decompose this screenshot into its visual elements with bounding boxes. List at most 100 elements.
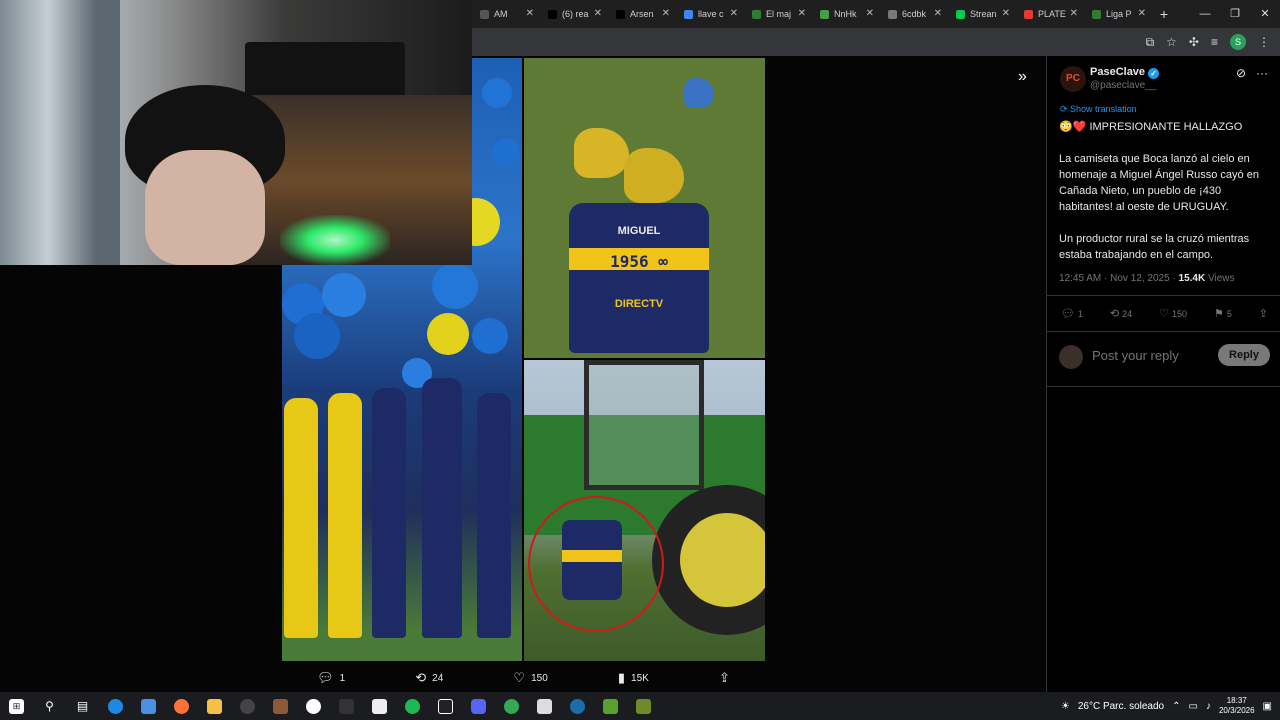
tweet-detail-panel: PC PaseClave ✓ @paseclave__ ⊘ ··· ⟳ Show …	[1046, 56, 1280, 692]
media-action-bar: 💬︎ 1 ⟲ 24 ♡ 150 ▮ 15K ⇪	[282, 664, 765, 692]
extra-app-icon[interactable]	[627, 692, 660, 720]
media-control-icon[interactable]: ≡	[1211, 35, 1218, 49]
notification-icon[interactable]: ▣	[1263, 701, 1272, 712]
weather-icon[interactable]: ☀	[1061, 701, 1070, 712]
reply-input[interactable]: Post your reply	[1092, 348, 1179, 363]
browser-tab[interactable]: Arsen ✕	[608, 0, 676, 28]
tab-favicon-icon	[1092, 9, 1101, 19]
windows-taskbar: ⊞ ⚲ ▤ ☀ 26°C Parc. soleado ⌃ ▭ ♪ 18:37 20…	[0, 692, 1280, 720]
browser-tab[interactable]: (6) rea ✕	[540, 0, 608, 28]
capcut-alt-icon[interactable]	[363, 692, 396, 720]
browser-tab[interactable]: NnHk ✕	[812, 0, 880, 28]
tab-favicon-icon	[684, 9, 693, 19]
expand-panel-icon[interactable]: »	[1018, 68, 1027, 86]
my-avatar	[1059, 345, 1083, 369]
close-tab-icon[interactable]: ✕	[798, 8, 806, 19]
grok-icon[interactable]: ⊘	[1236, 66, 1246, 80]
tab-favicon-icon	[956, 9, 965, 19]
obs-icon[interactable]	[231, 692, 264, 720]
tab-favicon-icon	[548, 9, 557, 19]
browser-tab[interactable]: PLATE ✕	[1016, 0, 1084, 28]
weather-text[interactable]: 26°C Parc. soleado	[1078, 701, 1164, 712]
browser-tab[interactable]: Liga P ✕	[1084, 0, 1152, 28]
views-icon: ▮	[617, 670, 626, 685]
minimize-button[interactable]: —	[1190, 0, 1220, 28]
like-button[interactable]: ♡ 150	[1159, 307, 1187, 320]
volume-icon[interactable]: ♪	[1206, 701, 1211, 712]
close-tab-icon[interactable]: ✕	[866, 8, 874, 19]
browser-tab[interactable]: 6cdbk ✕	[880, 0, 948, 28]
start-icon[interactable]: ⊞	[0, 692, 33, 720]
search-icon[interactable]: ⚲	[33, 692, 66, 720]
edge-icon[interactable]	[99, 692, 132, 720]
reply-icon: 💬︎	[317, 670, 334, 685]
tab-label: llave c	[698, 9, 724, 19]
media-like-button[interactable]: ♡ 150	[513, 670, 547, 686]
discord-icon[interactable]	[462, 692, 495, 720]
capcut-icon[interactable]	[297, 692, 330, 720]
share-button[interactable]: ⇪	[1259, 307, 1271, 320]
minecraft-icon[interactable]	[594, 692, 627, 720]
author-name[interactable]: PaseClave ✓	[1090, 66, 1160, 79]
media-views-button[interactable]: ▮ 15K	[618, 670, 649, 686]
network-icon[interactable]: ▭	[1189, 701, 1198, 712]
more-options-icon[interactable]: ···	[1256, 66, 1268, 80]
close-tab-icon[interactable]: ✕	[730, 8, 738, 19]
restore-button[interactable]: ❐	[1220, 0, 1250, 28]
close-tab-icon[interactable]: ✕	[1070, 8, 1078, 19]
repost-icon: ⟲	[415, 670, 427, 685]
folder-icon[interactable]	[198, 692, 231, 720]
close-tab-icon[interactable]: ✕	[526, 8, 534, 19]
firefox-icon[interactable]	[165, 692, 198, 720]
task-view-icon[interactable]: ▤	[66, 692, 99, 720]
new-tab-button[interactable]: +	[1152, 6, 1176, 22]
game-launcher-icon[interactable]	[264, 692, 297, 720]
tab-label: AM	[494, 9, 508, 19]
bookmark-button[interactable]: ⚑ 5	[1214, 307, 1232, 320]
author-avatar[interactable]: PC	[1060, 66, 1086, 92]
browser-tab[interactable]: llave c ✕	[676, 0, 744, 28]
repost-button[interactable]: ⟲ 24	[1110, 307, 1132, 320]
boca-shirt: MIGUEL 1956 ∞ DIRECTV	[569, 203, 709, 353]
steam-icon[interactable]	[561, 692, 594, 720]
system-tray: ☀ 26°C Parc. soleado ⌃ ▭ ♪ 18:37 20/3/202…	[1061, 692, 1280, 720]
close-window-button[interactable]: ✕	[1250, 0, 1280, 28]
close-tab-icon[interactable]: ✕	[662, 8, 670, 19]
reply-submit-button[interactable]: Reply	[1218, 344, 1270, 366]
media-repost-button[interactable]: ⟲ 24	[415, 670, 443, 686]
close-tab-icon[interactable]: ✕	[934, 8, 942, 19]
media-share-button[interactable]: ⇪	[719, 670, 730, 686]
reply-button[interactable]: 💬︎ 1	[1061, 307, 1083, 320]
bookmark-star-icon[interactable]: ☆	[1166, 35, 1177, 49]
show-translation-link[interactable]: ⟳ Show translation	[1060, 104, 1137, 115]
menu-kebab-icon[interactable]: ⋮	[1258, 35, 1270, 49]
tab-label: Strean	[970, 9, 997, 19]
tray-chevron-icon[interactable]: ⌃	[1172, 701, 1180, 712]
profile-avatar[interactable]: S	[1230, 34, 1246, 50]
extensions-icon[interactable]: ✣	[1189, 35, 1199, 49]
heart-icon: ♡	[513, 670, 526, 685]
close-tab-icon[interactable]: ✕	[594, 8, 602, 19]
browser-tab[interactable]: El maj ✕	[744, 0, 812, 28]
tractor-photo	[524, 360, 765, 661]
close-tab-icon[interactable]: ✕	[1002, 8, 1010, 19]
clock[interactable]: 18:37 20/3/2026	[1219, 696, 1255, 716]
browser-tab[interactable]: AM ✕	[472, 0, 540, 28]
shirt-sponsor-text: DIRECTV	[614, 298, 664, 310]
shirt-number-text: 1956 ∞	[610, 252, 668, 271]
cast-icon[interactable]: ⧉	[1146, 35, 1155, 50]
bookmark-icon: ⚑	[1213, 308, 1224, 320]
media-reply-button[interactable]: 💬︎ 1	[317, 670, 345, 686]
chrome-icon[interactable]	[495, 692, 528, 720]
tweet-timestamp: 12:45 AM · Nov 12, 2025 · 15.4K Views	[1059, 273, 1235, 284]
tab-label: NnHk	[834, 9, 857, 19]
close-tab-icon[interactable]: ✕	[1138, 8, 1146, 19]
store-icon[interactable]	[132, 692, 165, 720]
capcut-third-icon[interactable]	[528, 692, 561, 720]
epic-games-icon[interactable]	[330, 692, 363, 720]
spotify-icon[interactable]	[396, 692, 429, 720]
author-handle[interactable]: @paseclave__	[1090, 80, 1156, 91]
share-icon: ⇪	[718, 670, 730, 685]
browser-tab[interactable]: Strean ✕	[948, 0, 1016, 28]
audio-app-icon[interactable]	[429, 692, 462, 720]
